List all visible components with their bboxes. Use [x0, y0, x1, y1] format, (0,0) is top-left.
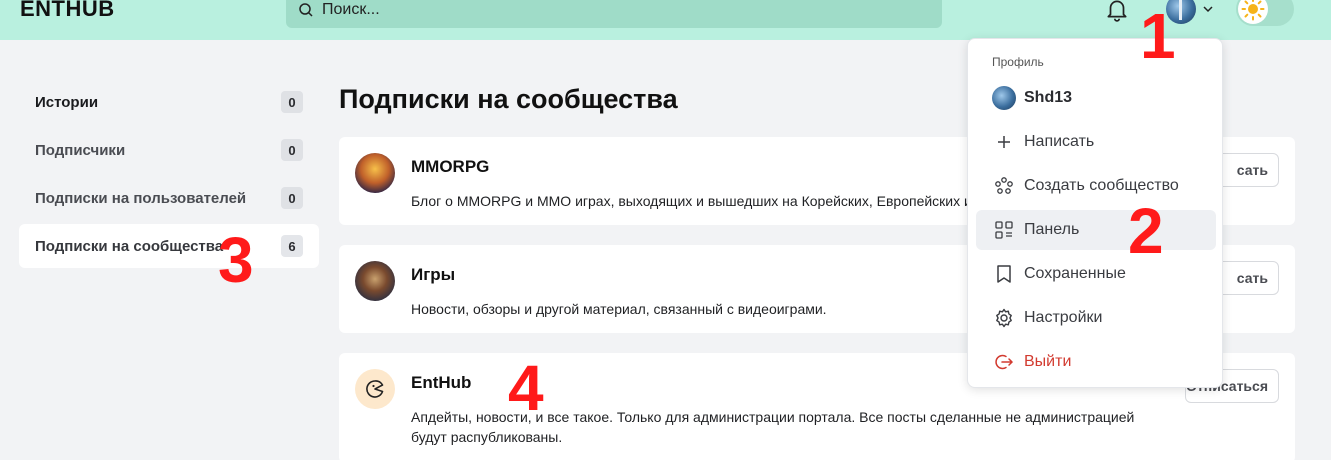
- dropdown-item-label: Написать: [1024, 133, 1095, 150]
- annotation-number: 3: [218, 224, 254, 296]
- dropdown-item-create-community[interactable]: Создать сообщество: [976, 166, 1216, 206]
- dropdown-item-write[interactable]: Написать: [976, 122, 1216, 162]
- sidebar-item-label: Подписчики: [35, 141, 126, 159]
- dropdown-item-settings[interactable]: Настройки: [976, 298, 1216, 338]
- dropdown-item-saved[interactable]: Сохраненные: [976, 254, 1216, 294]
- bell-icon[interactable]: [1104, 0, 1130, 22]
- gear-icon: [992, 306, 1016, 330]
- community-name[interactable]: EntHub: [411, 373, 471, 393]
- community-logo[interactable]: [355, 153, 395, 193]
- count-badge: 0: [281, 139, 303, 161]
- dropdown-item-label: Сохраненные: [1024, 265, 1126, 282]
- chevron-down-icon: [1203, 6, 1213, 13]
- sidebar-item-stories[interactable]: Истории 0: [19, 80, 319, 124]
- search-bar[interactable]: [286, 0, 942, 28]
- dropdown-item-label: Создать сообщество: [1024, 177, 1179, 194]
- plus-icon: [992, 130, 1016, 154]
- bookmark-icon: [992, 262, 1016, 286]
- community-logo[interactable]: [355, 261, 395, 301]
- sidebar-item-label: Подписки на пользователей: [35, 189, 247, 207]
- logout-icon: [992, 350, 1016, 374]
- pacman-icon: [366, 380, 384, 398]
- annotation-number: 4: [508, 352, 544, 424]
- username: Shd13: [1024, 89, 1073, 106]
- theme-toggle[interactable]: [1236, 0, 1294, 26]
- sidebar-item-label: Истории: [35, 93, 99, 111]
- dropdown-section-label: Профиль: [992, 55, 1044, 69]
- community-logo[interactable]: [355, 369, 395, 409]
- top-header: ENTHUB: [0, 0, 1331, 40]
- community-name[interactable]: Игры: [411, 265, 455, 285]
- dropdown-item-label: Настройки: [1024, 309, 1103, 326]
- page-title: Подписки на сообщества: [339, 84, 678, 114]
- site-logo[interactable]: ENTHUB: [20, 0, 115, 22]
- dropdown-item-label: Выйти: [1024, 353, 1072, 370]
- sidebar-item-followers[interactable]: Подписчики 0: [19, 128, 319, 172]
- profile-dropdown: Профиль Shd13 Написать Создать сообществ…: [967, 38, 1223, 388]
- count-badge: 0: [281, 187, 303, 209]
- sidebar: Истории 0 Подписчики 0 Подписки на польз…: [19, 80, 319, 272]
- sidebar-item-label: Подписки на сообщества: [35, 237, 224, 255]
- community-name[interactable]: MMORPG: [411, 157, 489, 177]
- dropdown-item-profile[interactable]: Shd13: [976, 78, 1216, 118]
- dashboard-icon: [992, 218, 1016, 242]
- sidebar-item-community-subscriptions[interactable]: Подписки на сообщества 6: [19, 224, 319, 268]
- search-icon: [299, 3, 313, 17]
- search-input[interactable]: [322, 1, 882, 19]
- dropdown-item-logout[interactable]: Выйти: [976, 342, 1216, 382]
- count-badge: 6: [281, 235, 303, 257]
- community-icon: [992, 174, 1016, 198]
- sidebar-item-user-subscriptions[interactable]: Подписки на пользователей 0: [19, 176, 319, 220]
- annotation-number: 2: [1128, 195, 1164, 267]
- dropdown-item-label: Панель: [1024, 221, 1080, 238]
- sun-icon: [1238, 0, 1268, 24]
- count-badge: 0: [281, 91, 303, 113]
- avatar: [992, 86, 1016, 110]
- annotation-number: 1: [1140, 0, 1176, 72]
- dropdown-item-panel[interactable]: Панель: [976, 210, 1216, 250]
